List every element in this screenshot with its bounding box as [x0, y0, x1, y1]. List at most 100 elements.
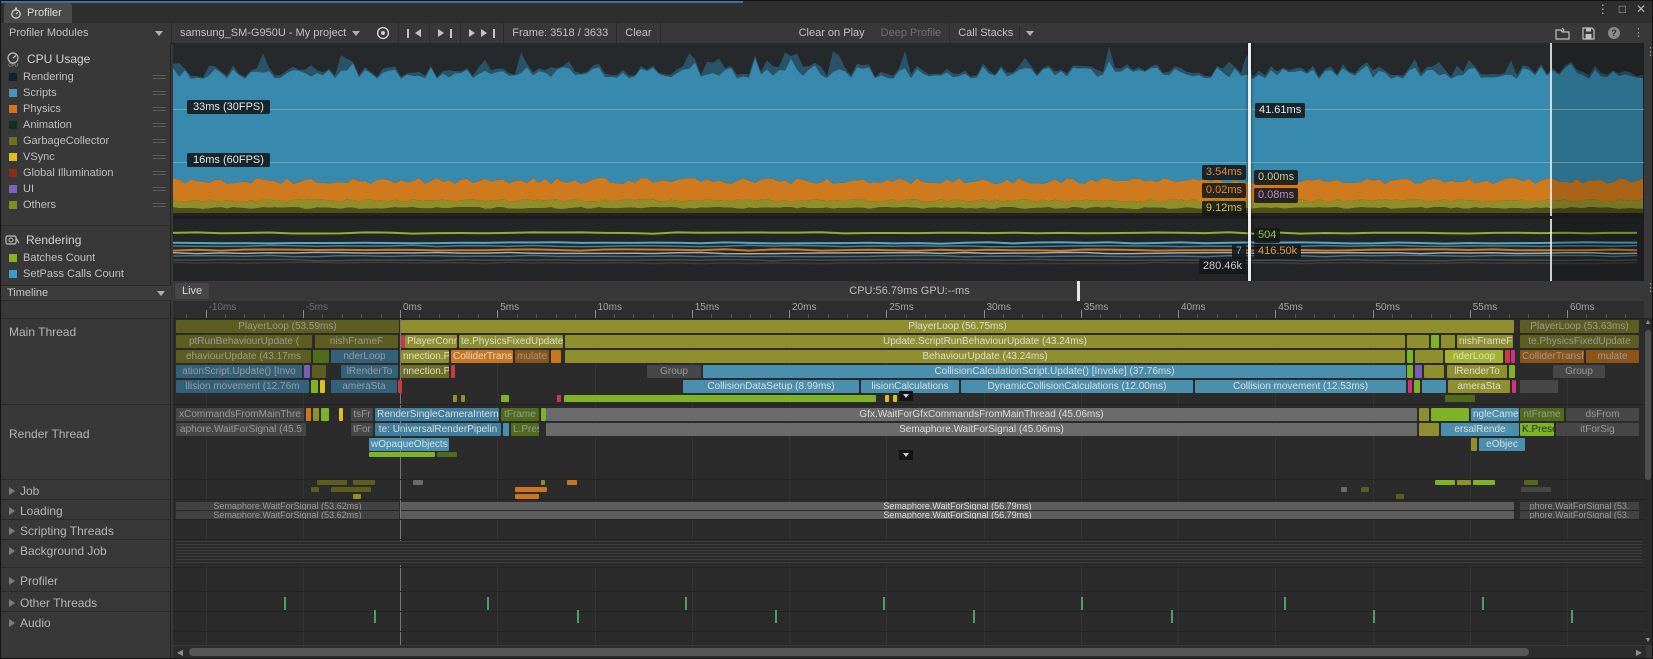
timeline-span[interactable]: nishFrameF [1457, 335, 1513, 348]
timeline-span[interactable]: Semaphore.WaitForSignal (56.79ms) [401, 511, 1514, 519]
timeline-span[interactable]: nderLoop [1445, 350, 1503, 363]
next-frame-button[interactable] [430, 23, 460, 43]
timeline-span[interactable]: nnection.Poll [401, 365, 449, 378]
timeline-span[interactable] [413, 480, 423, 485]
timeline-span[interactable]: Update.ScriptRunBehaviourUpdate (43.24ms… [565, 335, 1405, 348]
cpu-module-menu-icon[interactable]: ⋮ [1645, 47, 1652, 58]
timeline-span[interactable] [353, 480, 375, 485]
show-more-rows-expander[interactable] [899, 391, 913, 401]
timeline-span[interactable] [1457, 480, 1471, 485]
timeline-span[interactable]: ptRunBehaviourUpdate ( [176, 335, 312, 348]
timeline-vertical-scrollbar[interactable]: ▲ ▼ [1644, 318, 1652, 645]
cpu-chart[interactable] [173, 43, 1646, 216]
timeline-span[interactable]: eObjec [1479, 438, 1525, 451]
timeline-span[interactable] [321, 408, 329, 421]
drag-handle-icon[interactable] [153, 89, 166, 97]
timeline-span[interactable]: phore.WaitForSignal (53. [1520, 502, 1639, 510]
timeline-span[interactable] [1520, 380, 1558, 393]
thread-row-other-threads[interactable]: Other Threads [1, 595, 171, 611]
timeline-span[interactable]: llision movement (12.76m [176, 380, 309, 393]
timeline-span[interactable]: aphore.WaitForSignal (45.5 [176, 423, 306, 436]
expand-arrow-icon[interactable] [9, 527, 15, 535]
timeline-span[interactable]: K.Prese [1520, 423, 1554, 436]
timeline-span[interactable]: ameraSta [331, 380, 397, 393]
vertical-scroll-thumb[interactable] [1645, 330, 1651, 480]
load-profile-button[interactable] [1555, 27, 1570, 40]
timeline-span[interactable]: BehaviourUpdate (43.24ms) [565, 350, 1405, 363]
timeline-span[interactable]: CollisionDataSetup (8.99ms) [683, 380, 859, 393]
window-menu-icon[interactable]: ⋮ [1597, 2, 1609, 16]
drag-handle-icon[interactable] [153, 185, 166, 193]
expand-arrow-icon[interactable] [9, 507, 15, 515]
save-profile-button[interactable] [1582, 26, 1595, 40]
timeline-span[interactable]: CollisionCalculationScript.Update() [Inv… [703, 365, 1406, 378]
timeline-span[interactable] [1415, 350, 1443, 363]
timeline-span[interactable]: PlayerLoop (56.75ms) [401, 320, 1514, 333]
timeline-span[interactable]: Collision movement (12.53ms) [1195, 380, 1406, 393]
time-ruler[interactable]: -10ms -5ms 0ms 5ms 10ms 15ms 20ms 25ms 30ms 35ms 4… [173, 301, 1646, 319]
timeline-span[interactable]: lRenderTo [1447, 365, 1507, 378]
timeline-span[interactable] [1419, 423, 1439, 436]
expand-arrow-icon[interactable] [9, 599, 15, 607]
target-dropdown[interactable]: samsung_SM-G950U - My project [172, 23, 368, 43]
timeline-span[interactable]: Gfx.WaitForGfxCommandsFromMainThread (45… [546, 408, 1417, 421]
timeline-span[interactable] [1396, 494, 1404, 499]
legend-item-garbagecollector[interactable]: GarbageCollector [1, 133, 170, 149]
timeline-span[interactable] [353, 494, 361, 499]
drag-handle-icon[interactable] [153, 121, 166, 129]
legend-item-others[interactable]: Others [1, 197, 170, 213]
thread-row-loading[interactable]: Loading [1, 503, 171, 519]
timeline-span[interactable] [453, 395, 457, 402]
legend-item-batches-count[interactable]: Batches Count [1, 250, 170, 266]
maximize-icon[interactable]: □ [1619, 2, 1626, 16]
timeline-span[interactable] [1408, 380, 1412, 393]
timeline-span[interactable] [1511, 350, 1515, 363]
drag-handle-icon[interactable] [153, 169, 166, 177]
timeline-span[interactable]: Group [1553, 365, 1605, 378]
timeline-span[interactable]: nishFrameF [315, 335, 398, 348]
timeline-span[interactable] [313, 408, 319, 421]
timeline-span[interactable]: L.Pres [511, 423, 539, 436]
last-frame-button[interactable] [461, 23, 503, 43]
timeline-span[interactable] [1422, 380, 1446, 393]
show-more-rows-expander[interactable] [899, 450, 913, 460]
timeline-span[interactable] [541, 480, 545, 485]
help-button[interactable]: ? [1607, 26, 1621, 40]
scroll-left-icon[interactable]: ◀ [175, 648, 185, 657]
legend-item-setpass-calls-count[interactable]: SetPass Calls Count [1, 266, 170, 282]
cpu-chart-area[interactable]: 33ms (30FPS) 16ms (60FPS) 41.61ms 3.54ms 0.0… [173, 43, 1646, 284]
expand-arrow-icon[interactable] [9, 487, 15, 495]
timeline-span[interactable] [515, 487, 547, 492]
timeline-span[interactable] [557, 395, 561, 402]
timeline-span[interactable]: RenderSingleCameraIntern [375, 408, 499, 421]
timeline-span[interactable] [369, 452, 435, 457]
thread-row-main-thread[interactable]: Main Thread [1, 324, 171, 340]
expand-arrow-icon[interactable] [9, 547, 15, 555]
scroll-right-icon[interactable]: ▶ [1634, 648, 1644, 657]
thread-row-job[interactable]: Job [1, 483, 171, 499]
toolbar-menu-icon[interactable]: ⋮ [1633, 28, 1644, 39]
timeline-span[interactable] [1473, 480, 1495, 485]
timeline-span[interactable] [1505, 350, 1510, 363]
timeline-span[interactable]: nnection.Poll [401, 350, 449, 363]
timeline-span[interactable] [501, 395, 509, 402]
timeline-span[interactable]: PlayerLoop (53.63ms) [1520, 320, 1639, 333]
timeline-span[interactable] [398, 380, 402, 393]
timeline-span[interactable]: tsFr [351, 408, 373, 421]
timeline-span[interactable] [503, 423, 509, 436]
legend-item-physics[interactable]: Physics [1, 101, 170, 117]
timeline-span[interactable]: ColliderTransf [1520, 350, 1584, 363]
timeline-span[interactable] [461, 395, 465, 402]
timeline-span[interactable]: ersalRende [1441, 423, 1519, 436]
timeline-span[interactable] [1424, 365, 1444, 378]
timeline-span[interactable] [1431, 335, 1439, 348]
live-toggle[interactable]: Live [175, 283, 210, 299]
legend-item-scripts[interactable]: Scripts [1, 85, 170, 101]
thread-row-profiler[interactable]: Profiler [1, 573, 171, 589]
legend-item-global-illumination[interactable]: Global Illumination [1, 165, 170, 181]
legend-item-vsync[interactable]: VSync [1, 149, 170, 165]
clear-button[interactable]: Clear [617, 23, 659, 43]
timeline-span[interactable] [306, 408, 311, 421]
timeline-span[interactable] [515, 494, 539, 499]
expand-arrow-icon[interactable] [9, 577, 15, 585]
